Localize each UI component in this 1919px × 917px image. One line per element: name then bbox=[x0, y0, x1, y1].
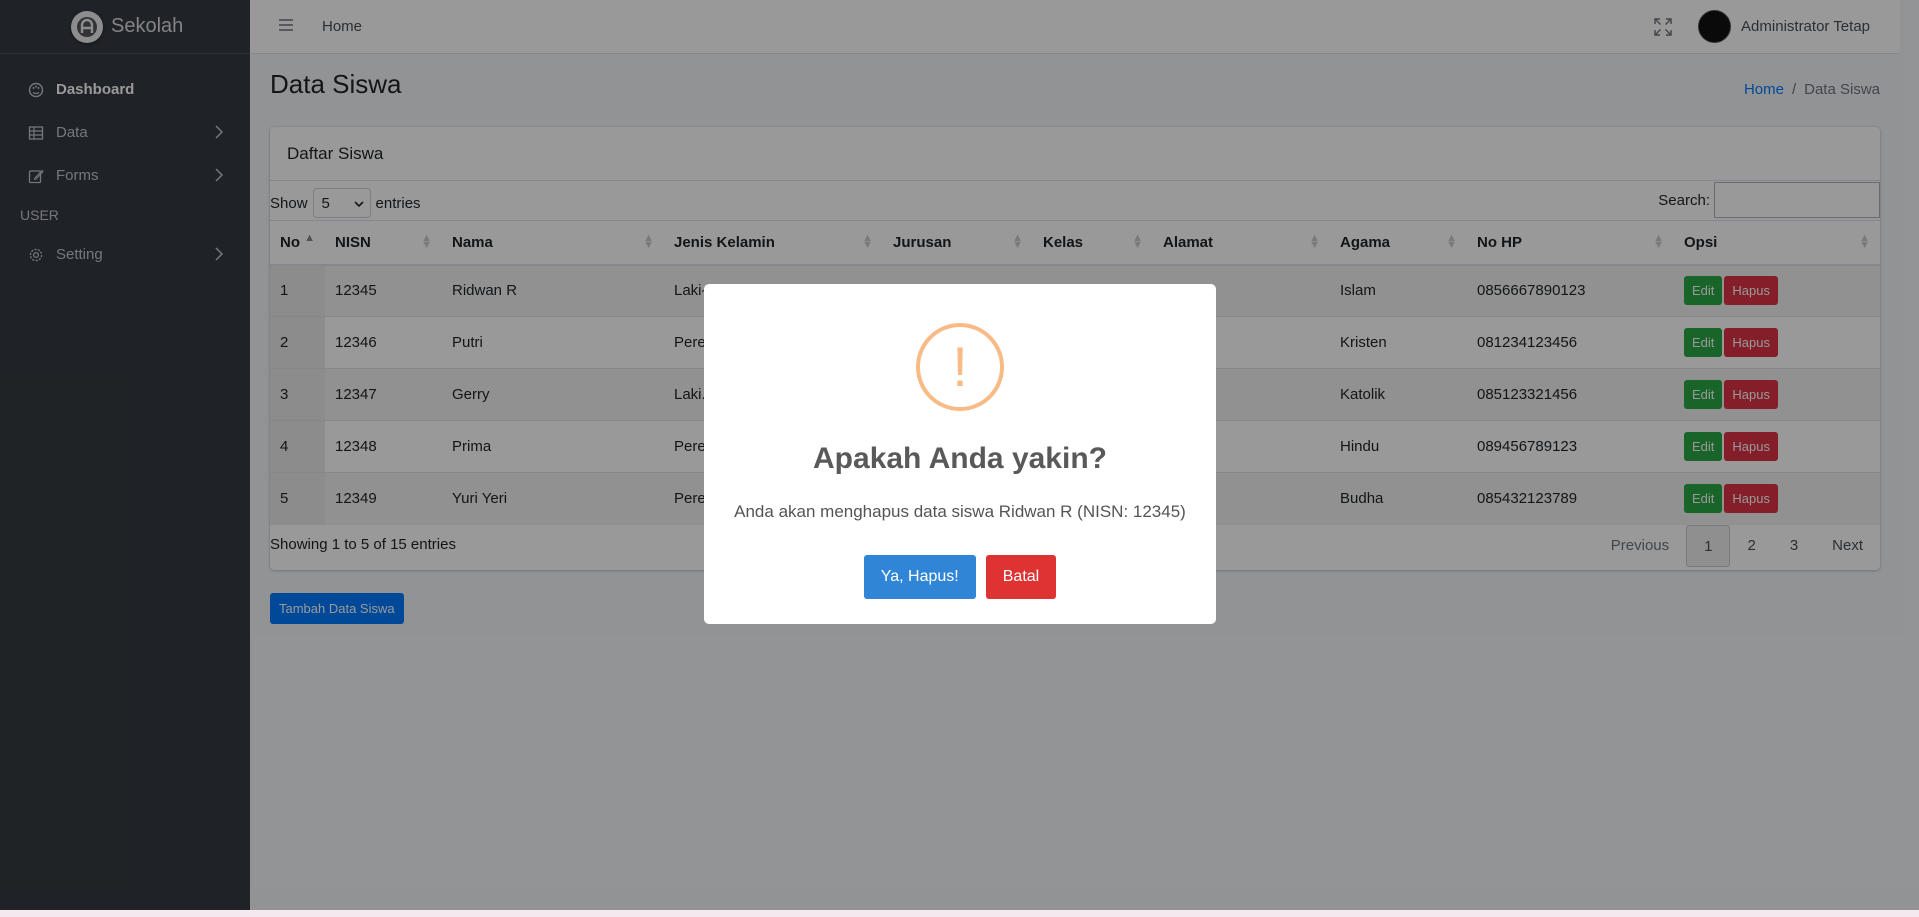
warning-icon-glyph: ! bbox=[952, 335, 968, 398]
confirm-delete-dialog: ! Apakah Anda yakin? Anda akan menghapus… bbox=[704, 284, 1216, 624]
dialog-title: Apakah Anda yakin? bbox=[813, 442, 1107, 475]
cancel-button[interactable]: Batal bbox=[985, 555, 1057, 599]
dialog-actions: Ya, Hapus! Batal bbox=[704, 555, 1216, 599]
warning-icon: ! bbox=[916, 323, 1004, 411]
dialog-message: Anda akan menghapus data siswa Ridwan R … bbox=[734, 502, 1186, 521]
bottom-strip bbox=[0, 910, 1919, 917]
confirm-delete-button[interactable]: Ya, Hapus! bbox=[863, 555, 976, 599]
